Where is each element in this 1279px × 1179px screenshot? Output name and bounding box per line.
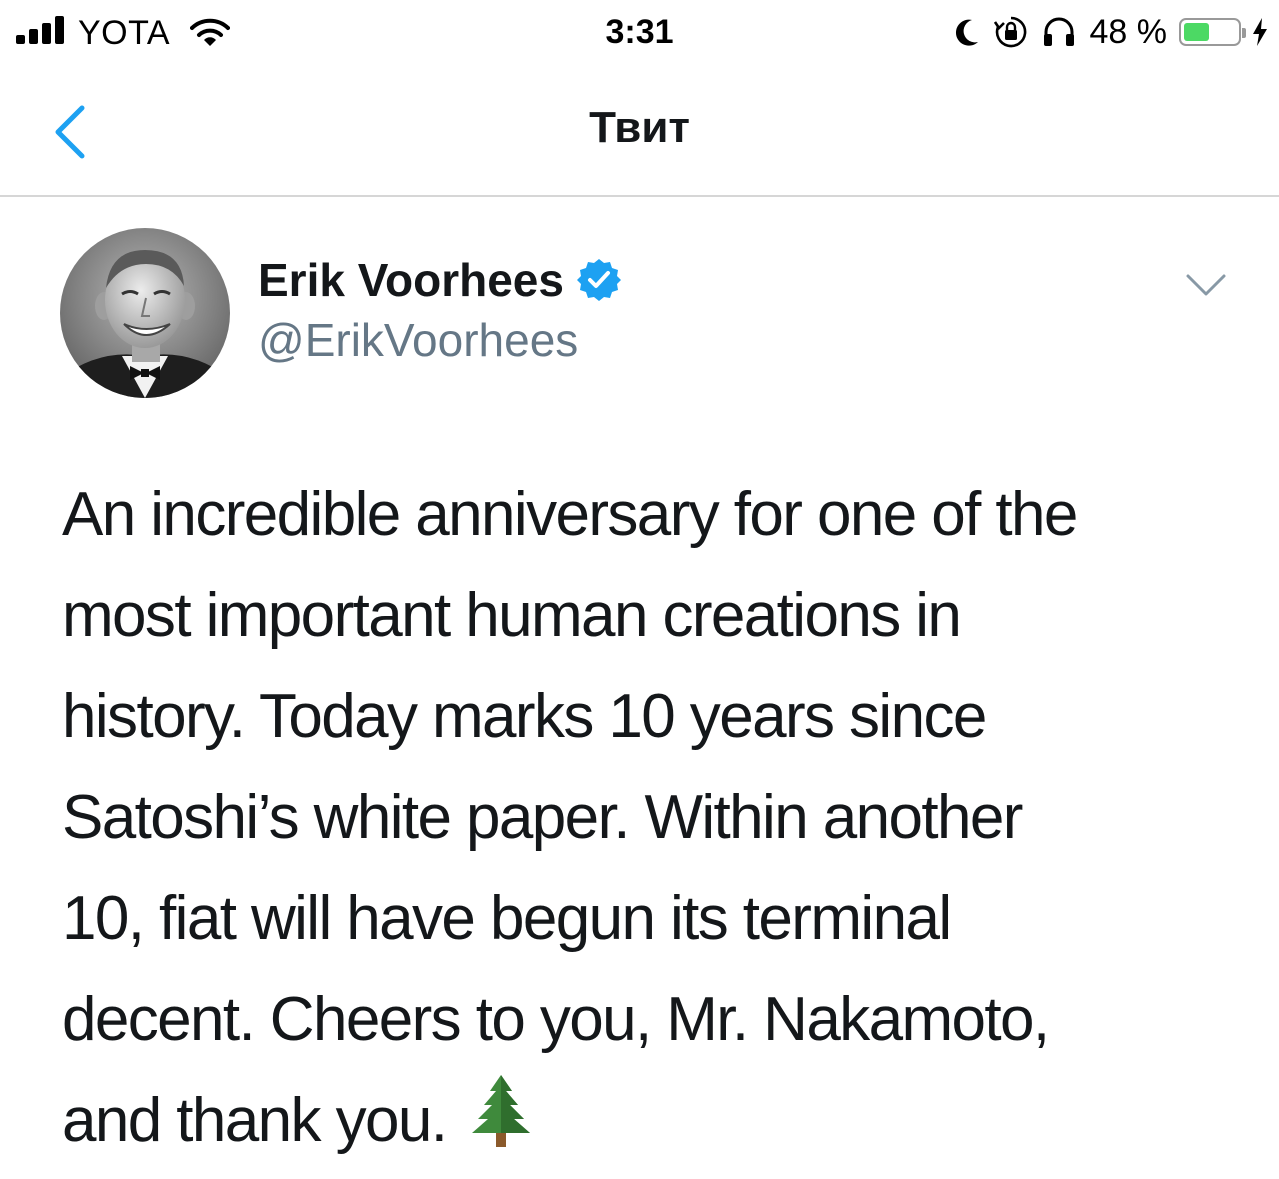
tweet-text: An incredible anniversary for one of the… [62,464,1242,1171]
author-handle: @ErikVoorhees [258,314,579,366]
verified-badge-icon [576,259,621,301]
page-title: Твит [589,103,690,152]
moon-icon [955,19,978,46]
avatar[interactable] [60,228,230,398]
tweet-line-last: and thank you. [62,1070,1242,1171]
tweet-line: decent. Cheers to you, Mr. Nakamoto, [62,985,1050,1054]
rotation-lock-icon [993,16,1026,48]
status-bar: YOTA 3:31 48 % [0,0,1279,66]
tweet-line: An incredible anniversary for one of the [62,480,1078,549]
tweet-line: 10, fiat will have begun its terminal [62,884,952,953]
author-photo [60,228,230,398]
tweet-author[interactable]: Erik Voorhees @ErikVoorhees [258,250,622,370]
status-right-group: 48 % [954,12,1270,52]
tweet-options-button[interactable] [1184,268,1228,304]
tweet-line: Satoshi’s white paper. Within another [62,783,1023,852]
evergreen-tree-icon [472,1075,531,1147]
tweet-line-text: and thank you. [62,1086,448,1155]
headphones-icon [1043,17,1074,46]
author-name: Erik Voorhees [258,254,564,306]
chevron-down-icon [1186,274,1226,296]
author-name-row: Erik Voorhees [258,250,622,310]
tweet-line: history. Today marks 10 years since [62,682,987,751]
battery-fill [1184,23,1209,41]
navigation-bar: Твит [0,66,1279,197]
battery-percentage: 48 % [1089,13,1168,51]
charging-bolt-icon [1253,18,1267,46]
battery-icon [1179,18,1246,46]
tweet-line: most important human creations in [62,581,962,650]
